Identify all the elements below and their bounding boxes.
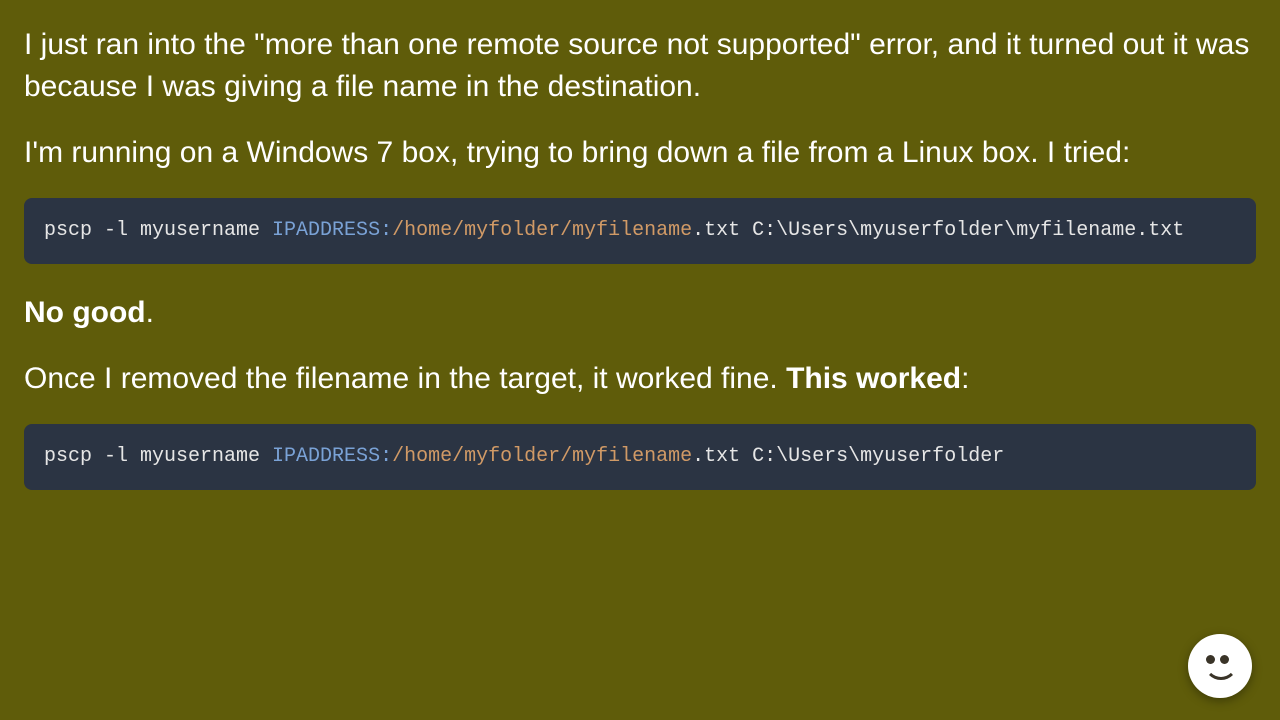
fix-after: : <box>961 362 969 395</box>
paragraph-fix: Once I removed the filename in the targe… <box>24 358 1256 400</box>
code-remote-path: /home/myfolder/myfilename <box>392 219 692 242</box>
chat-widget-button[interactable] <box>1188 634 1252 698</box>
code-ip: IPADDRESS: <box>272 445 392 468</box>
code-win-path: C:\Users\myuserfolder\myfilename.txt <box>752 219 1184 242</box>
code-text: pscp -l myusername <box>44 445 272 468</box>
code-ext: .txt <box>692 445 752 468</box>
post-body: I just ran into the "more than one remot… <box>0 0 1280 542</box>
code-block-failing: pscp -l myusername IPADDRESS:/home/myfol… <box>24 198 1256 264</box>
code-ext: .txt <box>692 219 752 242</box>
paragraph-result-bad: No good. <box>24 292 1256 334</box>
code-ip: IPADDRESS: <box>272 219 392 242</box>
code-text: pscp -l myusername <box>44 219 272 242</box>
paragraph-context: I'm running on a Windows 7 box, trying t… <box>24 132 1256 174</box>
this-worked-label: This worked <box>786 362 961 395</box>
chat-face-icon <box>1200 653 1240 679</box>
no-good-label: No good <box>24 296 146 329</box>
paragraph-intro: I just ran into the "more than one remot… <box>24 24 1256 108</box>
code-remote-path: /home/myfolder/myfilename <box>392 445 692 468</box>
code-block-working: pscp -l myusername IPADDRESS:/home/myfol… <box>24 424 1256 490</box>
code-win-path: C:\Users\myuserfolder <box>752 445 1004 468</box>
no-good-period: . <box>146 296 154 329</box>
fix-before: Once I removed the filename in the targe… <box>24 362 786 395</box>
